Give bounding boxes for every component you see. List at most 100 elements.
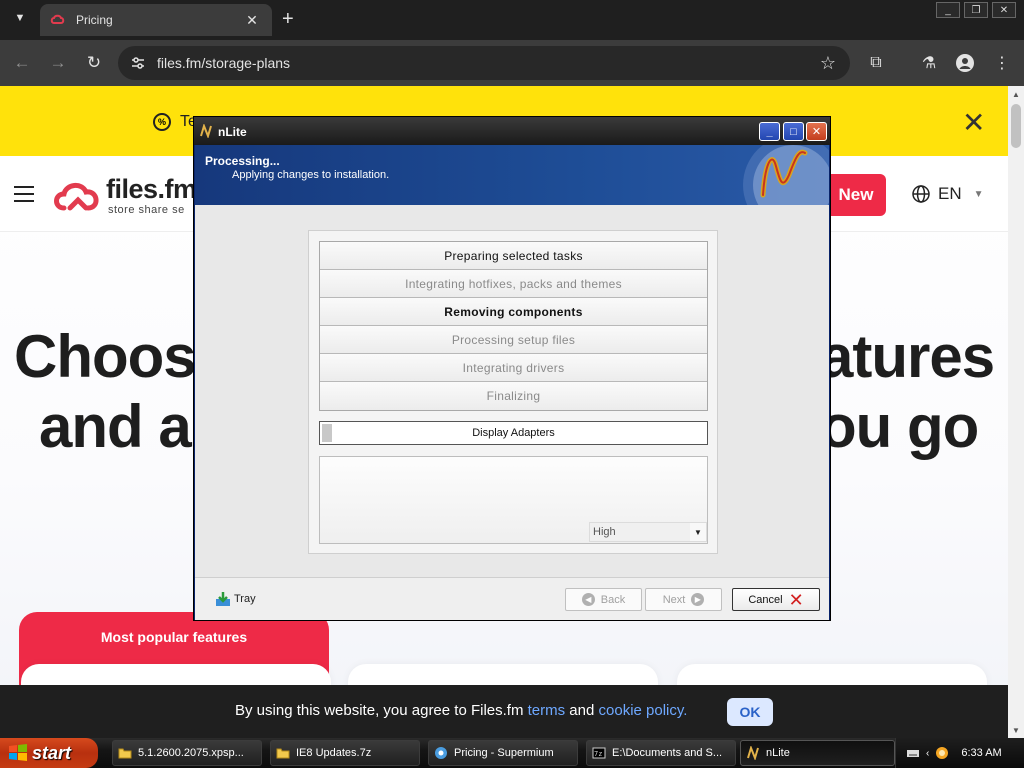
extensions-icon[interactable]: ⧉ <box>866 53 886 73</box>
tab-close-icon[interactable]: ✕ <box>242 12 262 29</box>
globe-icon <box>912 185 930 203</box>
back-arrow-icon[interactable]: ← <box>11 52 33 74</box>
language-label: EN <box>938 184 962 203</box>
scroll-thumb[interactable] <box>1011 104 1021 148</box>
cancel-button[interactable]: Cancel ✕ <box>732 588 820 611</box>
tray-label: Tray <box>234 593 256 605</box>
nlite-logo-icon <box>743 145 829 205</box>
task-item-current: Removing components <box>320 298 707 326</box>
task-list: Preparing selected tasks Integrating hot… <box>319 241 708 411</box>
taskbar-item[interactable]: 7z E:\Documents and S... <box>586 740 736 766</box>
security-shield-icon[interactable] <box>935 746 949 760</box>
task-item: Finalizing <box>320 382 707 410</box>
tray-icon <box>216 592 230 606</box>
close-window-button[interactable]: ✕ <box>992 2 1016 18</box>
dialog-titlebar[interactable]: nLite _ □ ✕ <box>194 117 830 145</box>
filesfm-favicon-icon <box>50 14 65 24</box>
browser-tabstrip: ▼ Pricing ✕ + _ ❐ ✕ <box>0 0 1024 40</box>
cookie-ok-button[interactable]: OK <box>727 698 773 726</box>
percent-badge-icon: % <box>153 113 171 131</box>
back-arrow-icon: ◀ <box>581 593 595 606</box>
minimize-button[interactable]: _ <box>936 2 960 18</box>
profile-avatar-icon[interactable] <box>955 53 975 73</box>
chevron-down-icon: ▼ <box>973 188 984 200</box>
forward-arrow-icon[interactable]: → <box>47 52 69 74</box>
cookie-policy-link[interactable]: cookie policy. <box>599 702 688 719</box>
progress-bar: Display Adapters <box>319 421 708 445</box>
back-button[interactable]: ◀ Back <box>565 588 642 611</box>
tab-title: Pricing <box>76 13 113 27</box>
clock[interactable]: 6:33 AM <box>961 747 1001 759</box>
next-button[interactable]: Next ▶ <box>645 588 722 611</box>
progress-fill <box>322 424 332 442</box>
page-scrollbar[interactable]: ▲ ▼ <box>1008 86 1024 738</box>
promo-close-icon[interactable]: ✕ <box>962 106 985 139</box>
task-item: Preparing selected tasks <box>320 242 707 270</box>
browser-menu-icon[interactable]: ⋮ <box>992 53 1012 73</box>
dialog-minimize-button[interactable]: _ <box>759 122 780 141</box>
dialog-maximize-button[interactable]: □ <box>783 122 804 141</box>
restore-button[interactable]: ❐ <box>964 2 988 18</box>
keyboard-icon[interactable] <box>906 746 920 760</box>
taskbar-item[interactable]: Pricing - Supermium <box>428 740 578 766</box>
console-icon: 7z <box>592 747 606 759</box>
browser-toolbar: ← → ↻ files.fm/storage-plans ☆ ⧉ ⚗ ⋮ <box>0 40 1024 86</box>
task-item: Integrating hotfixes, packs and themes <box>320 270 707 298</box>
url-text: files.fm/storage-plans <box>157 55 291 71</box>
window-controls: _ ❐ ✕ <box>936 2 1016 18</box>
site-settings-icon[interactable] <box>130 55 146 71</box>
dialog-footer: Tray ◀ Back Next ▶ Cancel ✕ <box>195 577 829 620</box>
most-popular-label: Most popular features <box>100 629 248 645</box>
bookmark-star-icon[interactable]: ☆ <box>820 53 836 74</box>
cancel-x-icon: ✕ <box>788 589 804 610</box>
dialog-content: Preparing selected tasks Integrating hot… <box>195 205 829 577</box>
tray-button[interactable]: Tray <box>215 591 256 607</box>
nlite-icon <box>747 746 759 760</box>
hamburger-menu-icon[interactable] <box>14 186 34 207</box>
reload-icon[interactable]: ↻ <box>83 52 105 74</box>
progress-panel: Preparing selected tasks Integrating hot… <box>308 230 718 554</box>
hero-heading-line2-right: ou go <box>820 393 979 460</box>
priority-select[interactable]: High ▼ <box>589 522 707 542</box>
logo-tagline: store share se <box>108 204 185 216</box>
system-tray: ‹ 6:33 AM <box>895 738 1024 768</box>
logo-wordmark[interactable]: files.fm <box>106 174 197 205</box>
nlite-dialog: nLite _ □ ✕ Processing... Applying chang… <box>193 116 831 621</box>
address-bar[interactable]: files.fm/storage-plans ☆ <box>118 46 850 80</box>
browser-icon <box>435 747 447 759</box>
scroll-down-icon[interactable]: ▼ <box>1012 726 1020 735</box>
cookie-text: By using this website, you agree to File… <box>235 702 688 719</box>
labs-flask-icon[interactable]: ⚗ <box>919 53 939 73</box>
task-item: Integrating drivers <box>320 354 707 382</box>
dialog-close-button[interactable]: ✕ <box>806 122 827 141</box>
filesfm-logo-icon[interactable] <box>52 178 104 214</box>
dialog-header-title: Processing... <box>205 154 280 168</box>
log-area: High ▼ <box>319 456 708 544</box>
tray-expand-icon[interactable]: ‹ <box>926 748 929 759</box>
nlite-icon <box>200 124 212 138</box>
hero-heading-line2-left: and a <box>39 393 192 460</box>
scroll-up-icon[interactable]: ▲ <box>1012 90 1020 99</box>
new-tab-button[interactable]: + <box>282 8 294 30</box>
language-selector[interactable]: EN ▼ <box>912 184 984 204</box>
windows-flag-icon <box>9 744 27 761</box>
progress-label: Display Adapters <box>472 427 555 439</box>
cookie-consent-bar: By using this website, you agree to File… <box>0 685 1008 738</box>
dialog-body: Processing... Applying changes to instal… <box>195 145 829 620</box>
terms-link[interactable]: terms <box>528 702 566 719</box>
task-item: Processing setup files <box>320 326 707 354</box>
taskbar-item-active[interactable]: nLite <box>740 740 895 766</box>
taskbar-item[interactable]: 5.1.2600.2075.xpsp... <box>112 740 262 766</box>
start-label: start <box>32 742 72 763</box>
tab-search-button[interactable]: ▼ <box>8 6 32 30</box>
dropdown-arrow-icon[interactable]: ▼ <box>690 523 706 541</box>
hero-heading-line1-right: atures <box>820 323 995 390</box>
priority-value: High <box>593 526 616 538</box>
start-button[interactable]: start <box>0 738 98 768</box>
browser-tab-active[interactable]: Pricing ✕ <box>40 4 272 36</box>
taskbar-item[interactable]: IE8 Updates.7z <box>270 740 420 766</box>
next-arrow-icon: ▶ <box>691 593 705 606</box>
folder-icon <box>276 748 290 759</box>
svg-text:7z: 7z <box>594 750 602 758</box>
hero-heading-line1-left: Choos <box>14 323 197 390</box>
